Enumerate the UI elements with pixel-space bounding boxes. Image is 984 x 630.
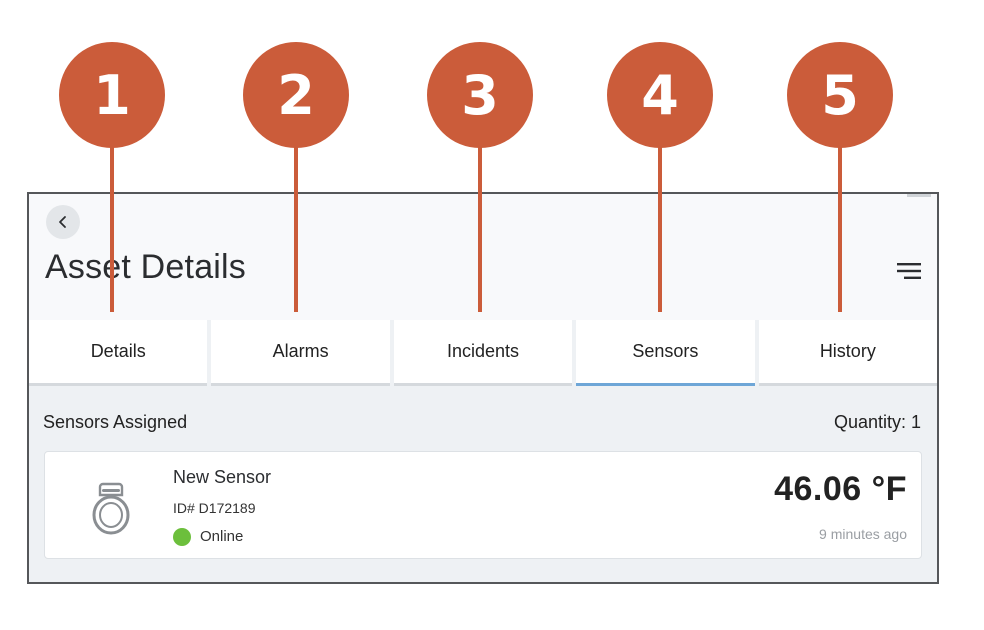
sensor-card[interactable]: New Sensor ID# D172189 Online 46.06 °F 9… (44, 451, 922, 559)
callout-line-5 (838, 140, 842, 312)
callout-line-1 (110, 140, 114, 312)
filter-menu-button[interactable] (895, 260, 923, 282)
callout-line-2 (294, 140, 298, 312)
app-frame: Asset Details Details Alarms Incidents S… (27, 192, 939, 584)
callout-4: 4 (607, 42, 713, 148)
chevron-left-icon (59, 216, 66, 228)
page-header: Asset Details (29, 194, 937, 320)
tab-incidents[interactable]: Incidents (393, 320, 573, 386)
callout-1: 1 (59, 42, 165, 148)
callout-line-3 (478, 140, 482, 312)
section-title: Sensors Assigned (43, 412, 188, 432)
sensor-status: Online (200, 528, 244, 545)
window-edge-mark (907, 194, 931, 197)
last-updated: 9 minutes ago (819, 526, 907, 542)
temperature-reading: 46.06 °F (774, 470, 907, 508)
page-title: Asset Details (45, 248, 247, 286)
callout-line-4 (658, 140, 662, 312)
callout-5: 5 (787, 42, 893, 148)
tab-details[interactable]: Details (29, 320, 208, 386)
tab-sensors[interactable]: Sensors (576, 320, 755, 386)
tab-bar: Details Alarms Incidents Sensors History (29, 320, 937, 388)
callout-2: 2 (243, 42, 349, 148)
tab-alarms[interactable]: Alarms (211, 320, 390, 386)
sensor-quantity: Quantity: 1 (833, 412, 921, 432)
filter-menu-icon (897, 263, 921, 279)
callout-3: 3 (427, 42, 533, 148)
online-status-icon (173, 528, 191, 546)
sensor-id: ID# D172189 (173, 500, 256, 516)
back-button[interactable] (46, 205, 80, 239)
sensor-tag-icon (92, 482, 130, 535)
sensor-name: New Sensor (173, 467, 272, 487)
tab-history[interactable]: History (758, 320, 937, 386)
